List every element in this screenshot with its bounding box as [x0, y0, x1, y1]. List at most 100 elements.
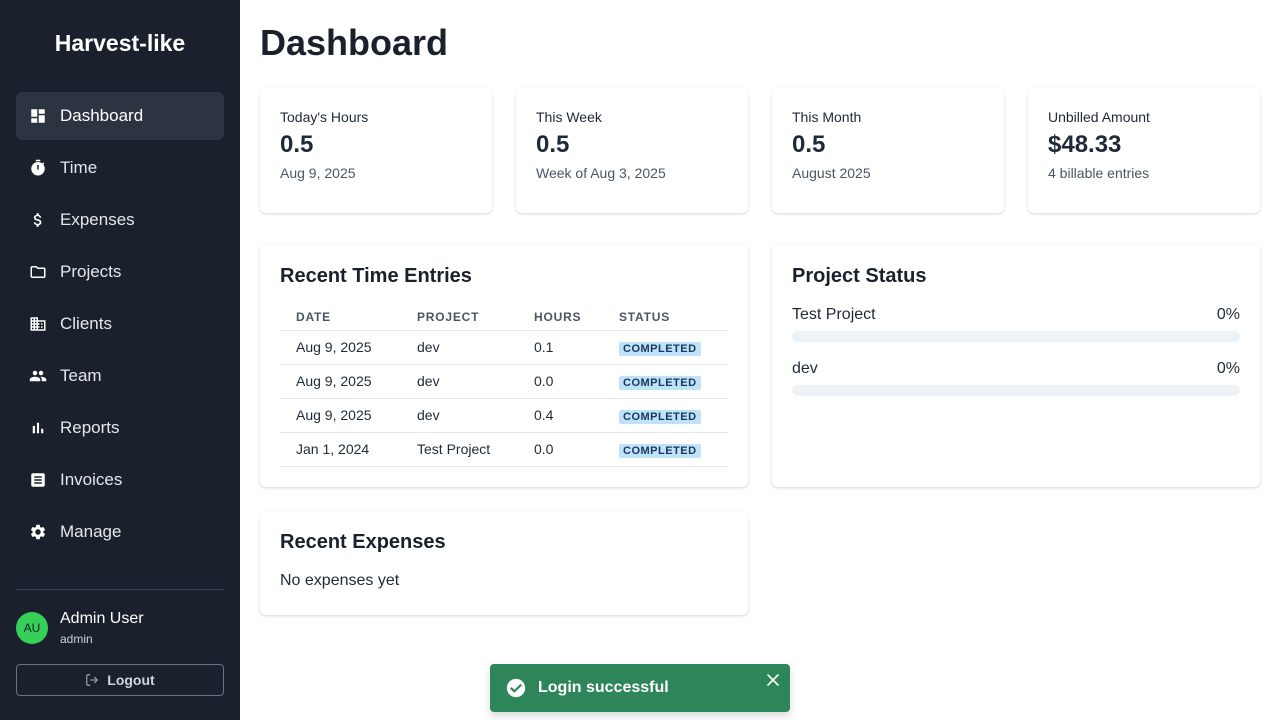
avatar: AU: [16, 612, 48, 644]
table-row[interactable]: Aug 9, 2025 dev 0.1 COMPLETED: [280, 330, 728, 365]
project-percent: 0%: [1216, 360, 1240, 377]
project-name: Test Project: [792, 306, 876, 323]
sidebar-item-label: Dashboard: [60, 106, 144, 125]
progress-bar: [792, 385, 1240, 396]
project-status-card: Project Status Test Project 0% dev 0%: [772, 245, 1260, 487]
time-entries-table: DATE PROJECT HOURS STATUS Aug 9, 2025 de…: [280, 304, 728, 467]
sidebar-item-invoices[interactable]: Invoices: [16, 456, 224, 504]
user-name: Admin User: [60, 610, 144, 627]
entry-project: dev: [401, 398, 518, 433]
project-progress: Test Project 0%: [792, 306, 1240, 342]
status-badge: COMPLETED: [619, 341, 701, 356]
sidebar-item-label: Time: [60, 158, 98, 177]
sidebar-item-label: Clients: [60, 314, 112, 333]
sidebar-item-clients[interactable]: Clients: [16, 300, 224, 348]
check-circle-icon: [506, 678, 526, 698]
sidebar-item-projects[interactable]: Projects: [16, 248, 224, 296]
gear-icon: [29, 523, 47, 541]
recent-time-entries-card: Recent Time Entries DATE PROJECT HOURS S…: [260, 245, 748, 487]
sidebar-item-time[interactable]: Time: [16, 144, 224, 192]
logout-label: Logout: [107, 672, 155, 688]
project-percent: 0%: [1216, 306, 1240, 323]
status-badge: COMPLETED: [619, 443, 701, 458]
stat-label: This Month: [792, 109, 862, 125]
stat-card-week: This Week 0.5 Week of Aug 3, 2025: [516, 87, 748, 213]
entry-hours: 0.1: [518, 330, 603, 365]
folder-icon: [29, 263, 47, 281]
stat-subtext: Week of Aug 3, 2025: [536, 165, 666, 181]
main-content: Dashboard Today's Hours 0.5 Aug 9, 2025 …: [240, 0, 1280, 720]
column-header-project: PROJECT: [401, 304, 518, 331]
status-badge: COMPLETED: [619, 409, 701, 424]
dashboard-icon: [29, 107, 47, 125]
entry-date: Aug 9, 2025: [280, 364, 401, 399]
stat-subtext: 4 billable entries: [1048, 165, 1150, 181]
entry-project: dev: [401, 364, 518, 399]
card-title: Project Status: [792, 265, 927, 287]
stat-card-today: Today's Hours 0.5 Aug 9, 2025: [260, 87, 492, 213]
entry-project: dev: [401, 330, 518, 365]
invoice-icon: [29, 471, 47, 489]
stat-subtext: August 2025: [792, 165, 871, 181]
entry-date: Aug 9, 2025: [280, 330, 401, 365]
entry-date: Aug 9, 2025: [280, 398, 401, 433]
recent-expenses-card: Recent Expenses No expenses yet: [260, 511, 748, 615]
progress-bar: [792, 331, 1240, 342]
sidebar-item-reports[interactable]: Reports: [16, 404, 224, 452]
entry-project: Test Project: [401, 432, 518, 467]
sidebar: Harvest-like Dashboard Time Expenses Pro…: [0, 0, 240, 720]
column-header-date: DATE: [280, 304, 401, 331]
sidebar-item-label: Expenses: [60, 210, 135, 229]
sidebar-divider: [16, 589, 224, 590]
table-row[interactable]: Aug 9, 2025 dev 0.0 COMPLETED: [280, 364, 728, 399]
close-icon[interactable]: [766, 673, 780, 687]
entry-hours: 0.0: [518, 364, 603, 399]
stat-value: 0.5: [280, 131, 314, 158]
stat-card-month: This Month 0.5 August 2025: [772, 87, 1004, 213]
sidebar-item-dashboard[interactable]: Dashboard: [16, 92, 224, 140]
card-title: Recent Expenses: [280, 531, 446, 553]
building-icon: [29, 315, 47, 333]
project-progress: dev 0%: [792, 360, 1240, 396]
dollar-icon: [29, 211, 47, 229]
sidebar-item-expenses[interactable]: Expenses: [16, 196, 224, 244]
card-title: Recent Time Entries: [280, 265, 472, 287]
stat-label: Today's Hours: [280, 109, 369, 125]
stat-label: This Week: [536, 109, 602, 125]
toast-message: Login successful: [538, 679, 669, 696]
stat-card-unbilled: Unbilled Amount $48.33 4 billable entrie…: [1028, 87, 1260, 213]
logout-button[interactable]: Logout: [16, 664, 224, 696]
column-header-status: STATUS: [603, 304, 728, 331]
page-title: Dashboard: [260, 22, 449, 63]
bar-chart-icon: [29, 419, 47, 437]
stat-value: 0.5: [792, 131, 826, 158]
column-header-hours: HOURS: [518, 304, 603, 331]
sidebar-item-team[interactable]: Team: [16, 352, 224, 400]
table-row[interactable]: Aug 9, 2025 dev 0.4 COMPLETED: [280, 398, 728, 433]
entry-hours: 0.4: [518, 398, 603, 433]
project-name: dev: [792, 360, 818, 377]
stat-value: $48.33: [1048, 131, 1122, 158]
table-header-row: DATE PROJECT HOURS STATUS: [280, 304, 728, 331]
sidebar-item-label: Invoices: [60, 470, 123, 489]
stat-subtext: Aug 9, 2025: [280, 165, 356, 181]
stat-label: Unbilled Amount: [1048, 109, 1150, 125]
stat-value: 0.5: [536, 131, 570, 158]
empty-state-text: No expenses yet: [280, 572, 400, 589]
brand-logo: Harvest-like: [54, 30, 186, 56]
sidebar-item-label: Projects: [60, 262, 122, 281]
people-icon: [29, 367, 47, 385]
sidebar-item-label: Team: [60, 366, 102, 385]
sidebar-item-label: Manage: [60, 522, 122, 541]
user-profile: AU Admin User admin: [16, 608, 224, 648]
stopwatch-icon: [29, 159, 47, 177]
entry-date: Jan 1, 2024: [280, 432, 401, 467]
toast-notification: Login successful: [490, 664, 790, 712]
sidebar-item-manage[interactable]: Manage: [16, 508, 224, 556]
sidebar-item-label: Reports: [60, 418, 120, 437]
user-role: admin: [60, 632, 93, 646]
sidebar-nav: Dashboard Time Expenses Projects Clients…: [16, 92, 224, 560]
table-row[interactable]: Jan 1, 2024 Test Project 0.0 COMPLETED: [280, 432, 728, 467]
logout-icon: [86, 674, 99, 686]
entry-hours: 0.0: [518, 432, 603, 467]
